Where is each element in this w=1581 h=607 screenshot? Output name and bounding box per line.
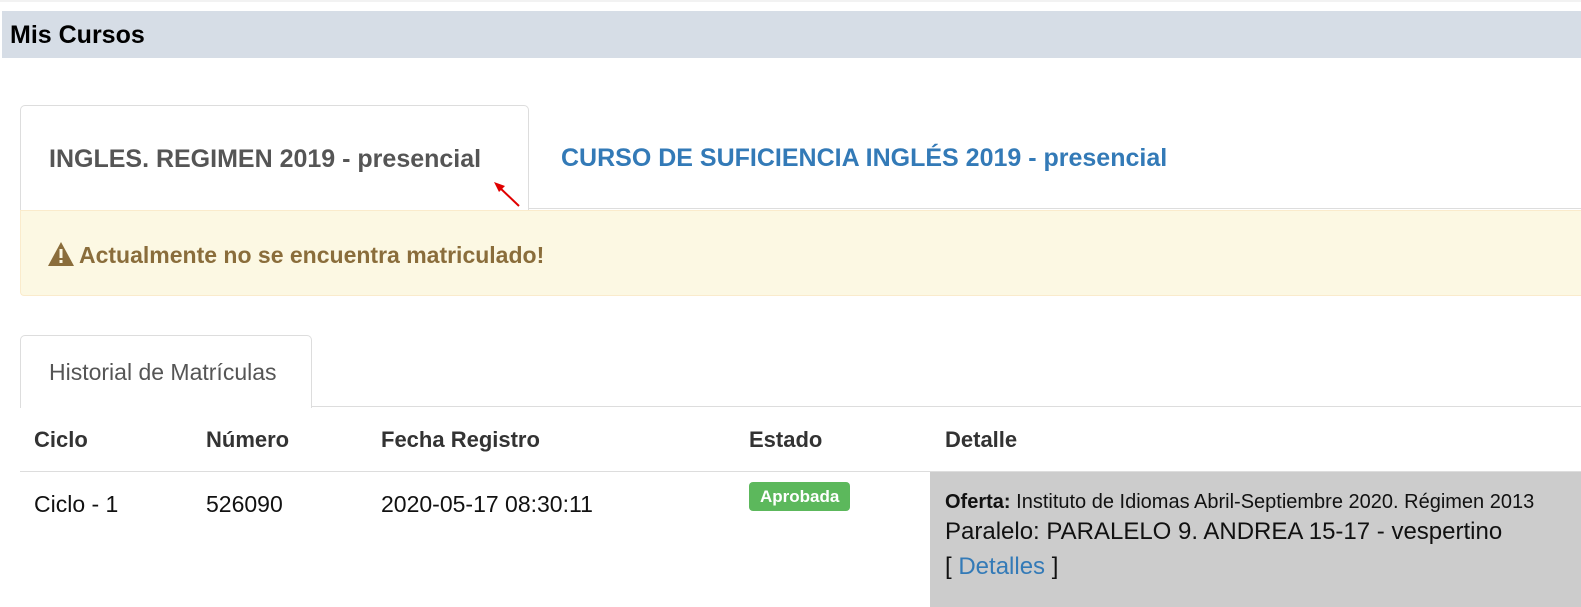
oferta-label: Oferta:: [945, 491, 1011, 513]
oferta-value: Instituto de Idiomas Abril-Septiembre 20…: [1016, 491, 1535, 513]
column-header-numero: Número: [206, 427, 290, 452]
column-header-estado: Estado: [749, 427, 823, 452]
annotation-arrow-icon: [494, 182, 520, 207]
tab-ingles-regimen-2019[interactable]: INGLES. REGIMEN 2019 - presencial: [20, 105, 529, 210]
tab-label: Historial de Matrículas: [49, 359, 277, 385]
warning-alert: Actualmente no se encuentra matriculado!: [20, 210, 1581, 296]
detalles-link[interactable]: Detalles: [958, 553, 1045, 580]
bracket-close: ]: [1051, 553, 1059, 580]
oferta-line: Oferta: Instituto de Idiomas Abril-Septi…: [945, 490, 1534, 514]
tab-divider: [528, 208, 1581, 209]
status-badge: Aprobada: [749, 482, 851, 511]
cell-detalle: Oferta: Instituto de Idiomas Abril-Septi…: [930, 472, 1581, 607]
tab-divider: [311, 406, 1581, 407]
cell-ciclo: Ciclo - 1: [34, 491, 119, 517]
page-header: Mis Cursos: [2, 11, 1581, 58]
tab-curso-suficiencia-ingles-2019[interactable]: CURSO DE SUFICIENCIA INGLÉS 2019 - prese…: [561, 144, 1167, 172]
bracket-open: [: [945, 553, 952, 580]
cell-numero: 526090: [206, 491, 283, 517]
tab-label: INGLES. REGIMEN 2019 - presencial: [49, 145, 482, 173]
tab-historial-matriculas[interactable]: Historial de Matrículas: [20, 335, 312, 408]
paralelo-line: Paralelo: PARALELO 9. ANDREA 15-17 - ves…: [945, 518, 1503, 545]
column-header-ciclo: Ciclo: [34, 427, 88, 452]
enrollment-history-table: Ciclo Número Fecha Registro Estado Detal…: [20, 408, 1581, 607]
page-title: Mis Cursos: [10, 21, 145, 49]
alert-message: Actualmente no se encuentra matriculado!: [79, 242, 545, 268]
cell-fecha-registro: 2020-05-17 08:30:11: [381, 491, 593, 517]
history-tabs: Historial de Matrículas: [20, 335, 1581, 408]
course-tabs: INGLES. REGIMEN 2019 - presencial CURSO …: [20, 105, 1581, 210]
warning-icon: [48, 242, 74, 266]
top-border: [0, 0, 1581, 2]
column-header-fecha-registro: Fecha Registro: [381, 427, 540, 452]
detalles-line: [ Detalles ]: [945, 553, 1058, 581]
column-header-detalle: Detalle: [945, 427, 1018, 452]
